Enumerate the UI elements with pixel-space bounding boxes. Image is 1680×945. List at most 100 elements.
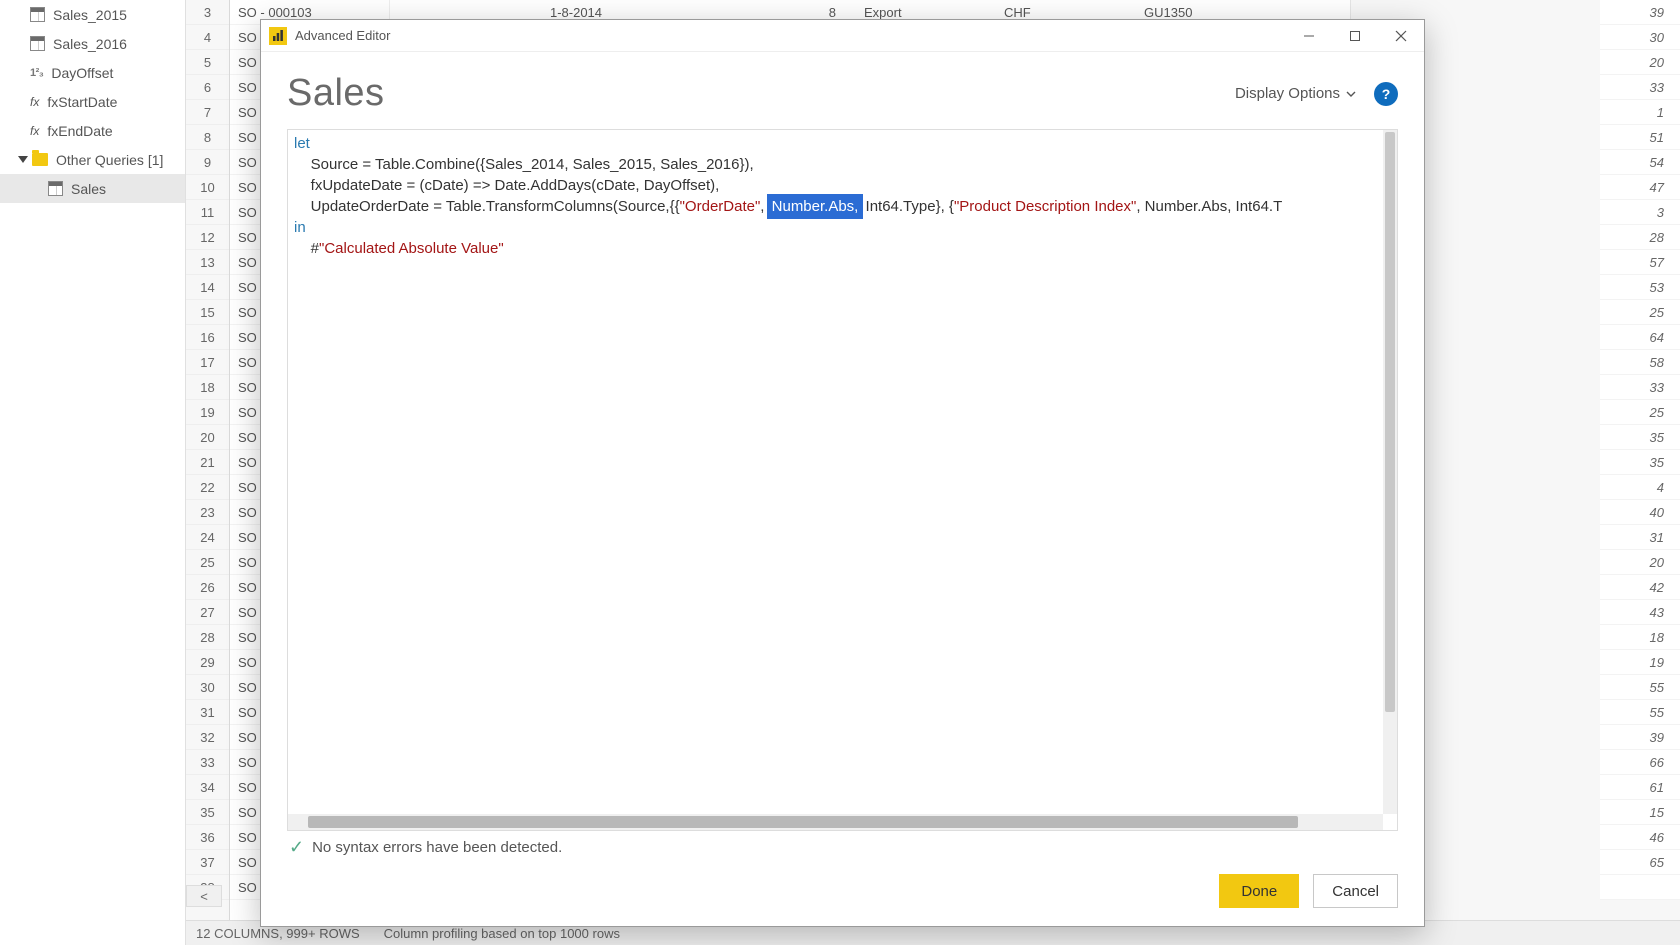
row-number: 3 <box>186 0 229 25</box>
right-cell: 1 <box>1600 100 1680 125</box>
row-number: 34 <box>186 775 229 800</box>
right-cell: 31 <box>1600 525 1680 550</box>
right-cell: 3 <box>1600 200 1680 225</box>
row-number: 18 <box>186 375 229 400</box>
tree-item-dayoffset[interactable]: 1²₃ DayOffset <box>0 58 185 87</box>
right-cell: 35 <box>1600 425 1680 450</box>
display-options-dropdown[interactable]: Display Options <box>1235 85 1356 102</box>
right-cell: 18 <box>1600 625 1680 650</box>
scroll-left-button[interactable]: < <box>186 885 222 907</box>
row-number: 35 <box>186 800 229 825</box>
right-cell: 20 <box>1600 50 1680 75</box>
status-cols-rows: 12 COLUMNS, 999+ ROWS <box>196 926 360 941</box>
folder-icon <box>32 153 48 166</box>
row-number: 11 <box>186 200 229 225</box>
right-cell: 28 <box>1600 225 1680 250</box>
tree-item-label: Sales_2016 <box>53 36 127 52</box>
row-number: 30 <box>186 675 229 700</box>
right-cell: 46 <box>1600 825 1680 850</box>
row-number: 25 <box>186 550 229 575</box>
row-number: 5 <box>186 50 229 75</box>
vscroll-thumb[interactable] <box>1385 132 1395 712</box>
window-buttons <box>1286 20 1424 52</box>
row-number: 22 <box>186 475 229 500</box>
row-number: 14 <box>186 275 229 300</box>
tree-item-sales[interactable]: Sales <box>0 174 185 203</box>
right-cell: 43 <box>1600 600 1680 625</box>
help-button[interactable]: ? <box>1374 82 1398 106</box>
table-icon <box>30 7 45 22</box>
right-column: 3930203315154473285753256458332535354403… <box>1600 0 1680 900</box>
fx-icon: fx <box>30 95 39 109</box>
number-type-icon: 1²₃ <box>30 67 43 79</box>
editor-vscrollbar[interactable] <box>1383 130 1397 814</box>
close-button[interactable] <box>1378 20 1424 52</box>
row-number: 24 <box>186 525 229 550</box>
tree-group-label: Other Queries [1] <box>56 152 163 168</box>
fx-icon: fx <box>30 124 39 138</box>
right-cell: 42 <box>1600 575 1680 600</box>
tree-item-fxenddate[interactable]: fx fxEndDate <box>0 116 185 145</box>
minimize-button[interactable] <box>1286 20 1332 52</box>
powerbi-icon <box>269 27 287 45</box>
right-cell: 25 <box>1600 300 1680 325</box>
right-cell: 61 <box>1600 775 1680 800</box>
tree-group-other-queries[interactable]: Other Queries [1] <box>0 145 185 174</box>
dialog-titlebar[interactable]: Advanced Editor <box>261 20 1424 52</box>
right-cell: 55 <box>1600 700 1680 725</box>
row-number: 8 <box>186 125 229 150</box>
query-name: Sales <box>287 72 385 115</box>
right-cell: 25 <box>1600 400 1680 425</box>
done-button[interactable]: Done <box>1219 874 1299 908</box>
right-cell: 39 <box>1600 0 1680 25</box>
right-cell: 58 <box>1600 350 1680 375</box>
tree-item-label: fxStartDate <box>47 94 117 110</box>
cancel-button[interactable]: Cancel <box>1313 874 1398 908</box>
row-number: 28 <box>186 625 229 650</box>
right-cell: 54 <box>1600 150 1680 175</box>
row-number: 21 <box>186 450 229 475</box>
tree-item-sales-2016[interactable]: Sales_2016 <box>0 29 185 58</box>
hscroll-thumb[interactable] <box>308 816 1298 828</box>
row-number: 7 <box>186 100 229 125</box>
right-cell: 20 <box>1600 550 1680 575</box>
tree-item-label: Sales_2015 <box>53 7 127 23</box>
right-cell: 64 <box>1600 325 1680 350</box>
row-number: 12 <box>186 225 229 250</box>
row-number: 10 <box>186 175 229 200</box>
right-cell: 65 <box>1600 850 1680 875</box>
code-editor[interactable]: let Source = Table.Combine({Sales_2014, … <box>287 129 1398 831</box>
syntax-message: No syntax errors have been detected. <box>312 839 562 856</box>
queries-tree: Sales_2015 Sales_2016 1²₃ DayOffset fx f… <box>0 0 186 945</box>
right-cell: 51 <box>1600 125 1680 150</box>
right-cell: 30 <box>1600 25 1680 50</box>
table-icon <box>30 36 45 51</box>
editor-hscrollbar[interactable] <box>288 814 1383 830</box>
maximize-button[interactable] <box>1332 20 1378 52</box>
dialog-body: Sales Display Options ? let Source = Tab… <box>261 52 1424 926</box>
row-number: 32 <box>186 725 229 750</box>
right-cell: 15 <box>1600 800 1680 825</box>
row-number: 26 <box>186 575 229 600</box>
row-number: 16 <box>186 325 229 350</box>
right-cell: 19 <box>1600 650 1680 675</box>
row-numbers: 3456789101112131415161718192021222324252… <box>186 0 230 945</box>
tree-item-sales-2015[interactable]: Sales_2015 <box>0 0 185 29</box>
right-cell: 4 <box>1600 475 1680 500</box>
tree-item-fxstartdate[interactable]: fx fxStartDate <box>0 87 185 116</box>
selected-text: Number.Abs, <box>769 196 862 217</box>
chevron-down-icon <box>1346 91 1356 97</box>
code-content[interactable]: let Source = Table.Combine({Sales_2014, … <box>288 130 1397 814</box>
row-number: 9 <box>186 150 229 175</box>
row-number: 19 <box>186 400 229 425</box>
dialog-buttons: Done Cancel <box>287 864 1398 914</box>
row-number: 15 <box>186 300 229 325</box>
row-number: 4 <box>186 25 229 50</box>
row-number: 31 <box>186 700 229 725</box>
right-cell: 33 <box>1600 75 1680 100</box>
row-number: 17 <box>186 350 229 375</box>
right-cell: 33 <box>1600 375 1680 400</box>
row-number: 33 <box>186 750 229 775</box>
tree-item-label: fxEndDate <box>47 123 112 139</box>
row-number: 13 <box>186 250 229 275</box>
